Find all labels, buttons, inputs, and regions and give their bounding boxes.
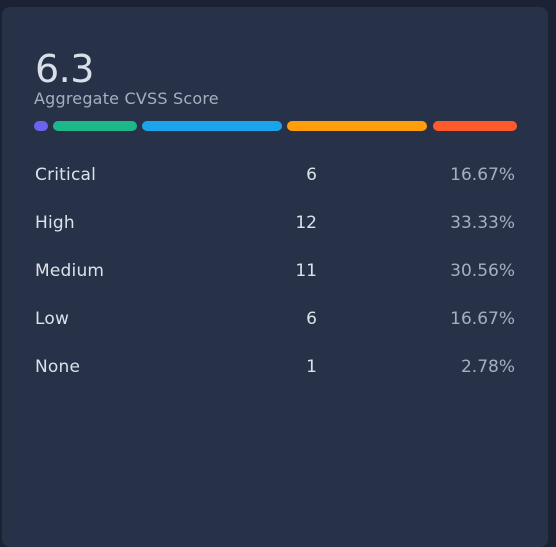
severity-row-none: None 1 2.78% [2,344,548,392]
severity-row-high: High 12 33.33% [2,200,548,248]
severity-count: 11 [295,261,317,281]
segment-high [287,121,427,131]
severity-percent: 16.67% [450,165,515,185]
cvss-summary-card: 6.3 Aggregate CVSS Score Critical 6 16.6… [2,7,548,547]
severity-percent: 2.78% [460,357,515,377]
severity-count: 6 [306,309,317,329]
segment-low [53,121,137,131]
severity-name: None [35,357,81,377]
severity-percent: 30.56% [450,261,515,281]
severity-row-low: Low 6 16.67% [2,296,548,344]
segment-none [34,121,48,131]
severity-percent: 33.33% [450,213,515,233]
severity-percent: 16.67% [450,309,515,329]
severity-count: 1 [306,357,317,377]
severity-row-critical: Critical 6 16.67% [2,152,548,200]
aggregate-score-label: Aggregate CVSS Score [34,89,219,108]
severity-count: 12 [295,213,317,233]
severity-name: High [35,213,75,233]
segment-medium [142,121,282,131]
severity-row-medium: Medium 11 30.56% [2,248,548,296]
severity-name: Low [35,309,70,329]
severity-name: Medium [35,261,105,281]
severity-table: Critical 6 16.67% High 12 33.33% Medium … [2,152,548,392]
severity-name: Critical [35,165,97,185]
severity-count: 6 [306,165,317,185]
aggregate-score-value: 6.3 [35,47,94,91]
segment-critical [433,121,517,131]
